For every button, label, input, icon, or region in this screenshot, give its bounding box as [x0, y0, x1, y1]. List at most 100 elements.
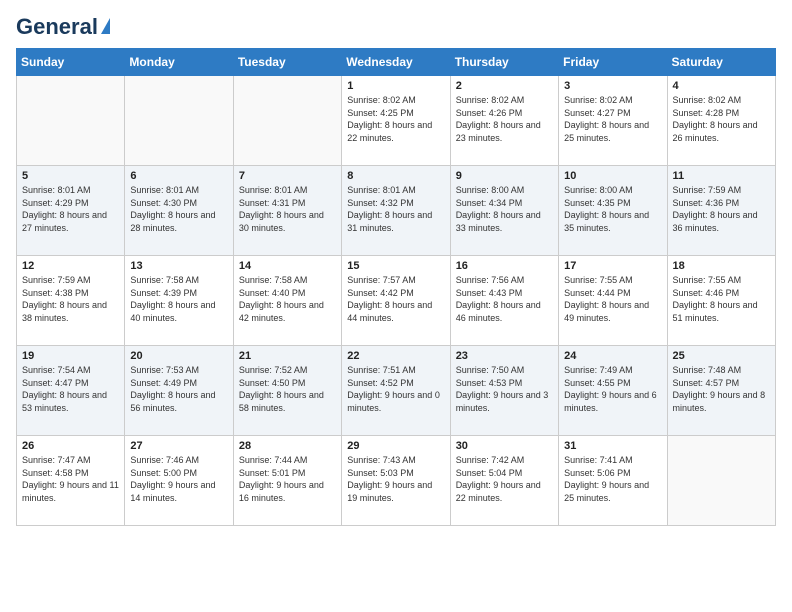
day-content: Sunrise: 7:41 AM Sunset: 5:06 PM Dayligh… [564, 454, 661, 504]
calendar-cell: 28 Sunrise: 7:44 AM Sunset: 5:01 PM Dayli… [233, 436, 341, 526]
day-number: 12 [22, 260, 119, 272]
day-number: 21 [239, 350, 336, 362]
day-number: 19 [22, 350, 119, 362]
calendar-week-row: 12 Sunrise: 7:59 AM Sunset: 4:38 PM Dayli… [17, 256, 776, 346]
day-number: 28 [239, 440, 336, 452]
calendar-cell: 18Sunrise: 7:55 AM Sunset: 4:46 PM Dayli… [667, 256, 775, 346]
calendar-cell: 22Sunrise: 7:51 AM Sunset: 4:52 PM Dayli… [342, 346, 450, 436]
day-number: 1 [347, 80, 444, 92]
calendar-cell: 7 Sunrise: 8:01 AM Sunset: 4:31 PM Daylig… [233, 166, 341, 256]
day-content: Sunrise: 7:56 AM Sunset: 4:43 PM Dayligh… [456, 274, 553, 324]
calendar-week-row: 26Sunrise: 7:47 AM Sunset: 4:58 PM Dayli… [17, 436, 776, 526]
day-number: 4 [673, 80, 770, 92]
day-content: Sunrise: 8:00 AM Sunset: 4:35 PM Dayligh… [564, 184, 661, 234]
calendar-cell: 17 Sunrise: 7:55 AM Sunset: 4:44 PM Dayli… [559, 256, 667, 346]
calendar-table: SundayMondayTuesdayWednesdayThursdayFrid… [16, 48, 776, 526]
calendar-cell: 13 Sunrise: 7:58 AM Sunset: 4:39 PM Dayli… [125, 256, 233, 346]
day-content: Sunrise: 7:46 AM Sunset: 5:00 PM Dayligh… [130, 454, 227, 504]
day-number: 11 [673, 170, 770, 182]
weekday-header-saturday: Saturday [667, 49, 775, 76]
day-content: Sunrise: 8:02 AM Sunset: 4:27 PM Dayligh… [564, 94, 661, 144]
logo-general: General [16, 16, 98, 38]
day-content: Sunrise: 7:54 AM Sunset: 4:47 PM Dayligh… [22, 364, 119, 414]
day-number: 24 [564, 350, 661, 362]
day-content: Sunrise: 8:01 AM Sunset: 4:32 PM Dayligh… [347, 184, 444, 234]
calendar-week-row: 19 Sunrise: 7:54 AM Sunset: 4:47 PM Dayli… [17, 346, 776, 436]
day-number: 13 [130, 260, 227, 272]
calendar-cell [125, 76, 233, 166]
day-number: 10 [564, 170, 661, 182]
calendar-cell: 3 Sunrise: 8:02 AM Sunset: 4:27 PM Daylig… [559, 76, 667, 166]
day-number: 29 [347, 440, 444, 452]
day-content: Sunrise: 8:02 AM Sunset: 4:26 PM Dayligh… [456, 94, 553, 144]
calendar-cell [17, 76, 125, 166]
calendar-cell: 27 Sunrise: 7:46 AM Sunset: 5:00 PM Dayli… [125, 436, 233, 526]
day-number: 2 [456, 80, 553, 92]
weekday-header-friday: Friday [559, 49, 667, 76]
calendar-cell: 26Sunrise: 7:47 AM Sunset: 4:58 PM Dayli… [17, 436, 125, 526]
calendar-cell: 12 Sunrise: 7:59 AM Sunset: 4:38 PM Dayli… [17, 256, 125, 346]
weekday-header-wednesday: Wednesday [342, 49, 450, 76]
day-number: 25 [673, 350, 770, 362]
day-number: 14 [239, 260, 336, 272]
day-number: 5 [22, 170, 119, 182]
day-number: 30 [456, 440, 553, 452]
day-number: 8 [347, 170, 444, 182]
calendar-cell: 2 Sunrise: 8:02 AM Sunset: 4:26 PM Daylig… [450, 76, 558, 166]
calendar-cell: 4 Sunrise: 8:02 AM Sunset: 4:28 PM Daylig… [667, 76, 775, 166]
day-number: 15 [347, 260, 444, 272]
day-content: Sunrise: 8:01 AM Sunset: 4:29 PM Dayligh… [22, 184, 119, 234]
day-content: Sunrise: 7:55 AM Sunset: 4:46 PM Dayligh… [673, 274, 770, 324]
day-number: 3 [564, 80, 661, 92]
day-number: 16 [456, 260, 553, 272]
weekday-header-tuesday: Tuesday [233, 49, 341, 76]
calendar-cell: 8 Sunrise: 8:01 AM Sunset: 4:32 PM Daylig… [342, 166, 450, 256]
calendar-cell: 25 Sunrise: 7:48 AM Sunset: 4:57 PM Dayli… [667, 346, 775, 436]
day-number: 7 [239, 170, 336, 182]
day-content: Sunrise: 8:01 AM Sunset: 4:31 PM Dayligh… [239, 184, 336, 234]
calendar-cell: 1 Sunrise: 8:02 AM Sunset: 4:25 PM Daylig… [342, 76, 450, 166]
day-content: Sunrise: 7:42 AM Sunset: 5:04 PM Dayligh… [456, 454, 553, 504]
calendar-cell: 30 Sunrise: 7:42 AM Sunset: 5:04 PM Dayli… [450, 436, 558, 526]
day-content: Sunrise: 8:01 AM Sunset: 4:30 PM Dayligh… [130, 184, 227, 234]
calendar-week-row: 1 Sunrise: 8:02 AM Sunset: 4:25 PM Daylig… [17, 76, 776, 166]
calendar-cell: 5 Sunrise: 8:01 AM Sunset: 4:29 PM Daylig… [17, 166, 125, 256]
page-header: General [16, 16, 776, 36]
day-content: Sunrise: 7:52 AM Sunset: 4:50 PM Dayligh… [239, 364, 336, 414]
weekday-header-sunday: Sunday [17, 49, 125, 76]
day-content: Sunrise: 8:02 AM Sunset: 4:28 PM Dayligh… [673, 94, 770, 144]
calendar-header-row: SundayMondayTuesdayWednesdayThursdayFrid… [17, 49, 776, 76]
day-number: 23 [456, 350, 553, 362]
day-content: Sunrise: 7:50 AM Sunset: 4:53 PM Dayligh… [456, 364, 553, 414]
calendar-cell [667, 436, 775, 526]
day-content: Sunrise: 7:57 AM Sunset: 4:42 PM Dayligh… [347, 274, 444, 324]
day-content: Sunrise: 7:58 AM Sunset: 4:39 PM Dayligh… [130, 274, 227, 324]
day-number: 22 [347, 350, 444, 362]
calendar-cell: 31 Sunrise: 7:41 AM Sunset: 5:06 PM Dayli… [559, 436, 667, 526]
day-content: Sunrise: 7:58 AM Sunset: 4:40 PM Dayligh… [239, 274, 336, 324]
calendar-cell: 24 Sunrise: 7:49 AM Sunset: 4:55 PM Dayli… [559, 346, 667, 436]
day-number: 20 [130, 350, 227, 362]
calendar-cell: 6 Sunrise: 8:01 AM Sunset: 4:30 PM Daylig… [125, 166, 233, 256]
day-content: Sunrise: 7:59 AM Sunset: 4:38 PM Dayligh… [22, 274, 119, 324]
day-number: 27 [130, 440, 227, 452]
day-content: Sunrise: 7:59 AM Sunset: 4:36 PM Dayligh… [673, 184, 770, 234]
day-content: Sunrise: 7:55 AM Sunset: 4:44 PM Dayligh… [564, 274, 661, 324]
calendar-cell: 9Sunrise: 8:00 AM Sunset: 4:34 PM Daylig… [450, 166, 558, 256]
day-content: Sunrise: 7:48 AM Sunset: 4:57 PM Dayligh… [673, 364, 770, 414]
day-content: Sunrise: 8:02 AM Sunset: 4:25 PM Dayligh… [347, 94, 444, 144]
calendar-cell: 14 Sunrise: 7:58 AM Sunset: 4:40 PM Dayli… [233, 256, 341, 346]
day-number: 17 [564, 260, 661, 272]
calendar-cell: 10 Sunrise: 8:00 AM Sunset: 4:35 PM Dayli… [559, 166, 667, 256]
day-content: Sunrise: 7:49 AM Sunset: 4:55 PM Dayligh… [564, 364, 661, 414]
calendar-week-row: 5 Sunrise: 8:01 AM Sunset: 4:29 PM Daylig… [17, 166, 776, 256]
day-content: Sunrise: 7:44 AM Sunset: 5:01 PM Dayligh… [239, 454, 336, 504]
calendar-cell: 19 Sunrise: 7:54 AM Sunset: 4:47 PM Dayli… [17, 346, 125, 436]
day-number: 31 [564, 440, 661, 452]
day-content: Sunrise: 7:43 AM Sunset: 5:03 PM Dayligh… [347, 454, 444, 504]
day-number: 6 [130, 170, 227, 182]
day-content: Sunrise: 7:53 AM Sunset: 4:49 PM Dayligh… [130, 364, 227, 414]
calendar-cell: 29 Sunrise: 7:43 AM Sunset: 5:03 PM Dayli… [342, 436, 450, 526]
calendar-cell: 11 Sunrise: 7:59 AM Sunset: 4:36 PM Dayli… [667, 166, 775, 256]
weekday-header-monday: Monday [125, 49, 233, 76]
